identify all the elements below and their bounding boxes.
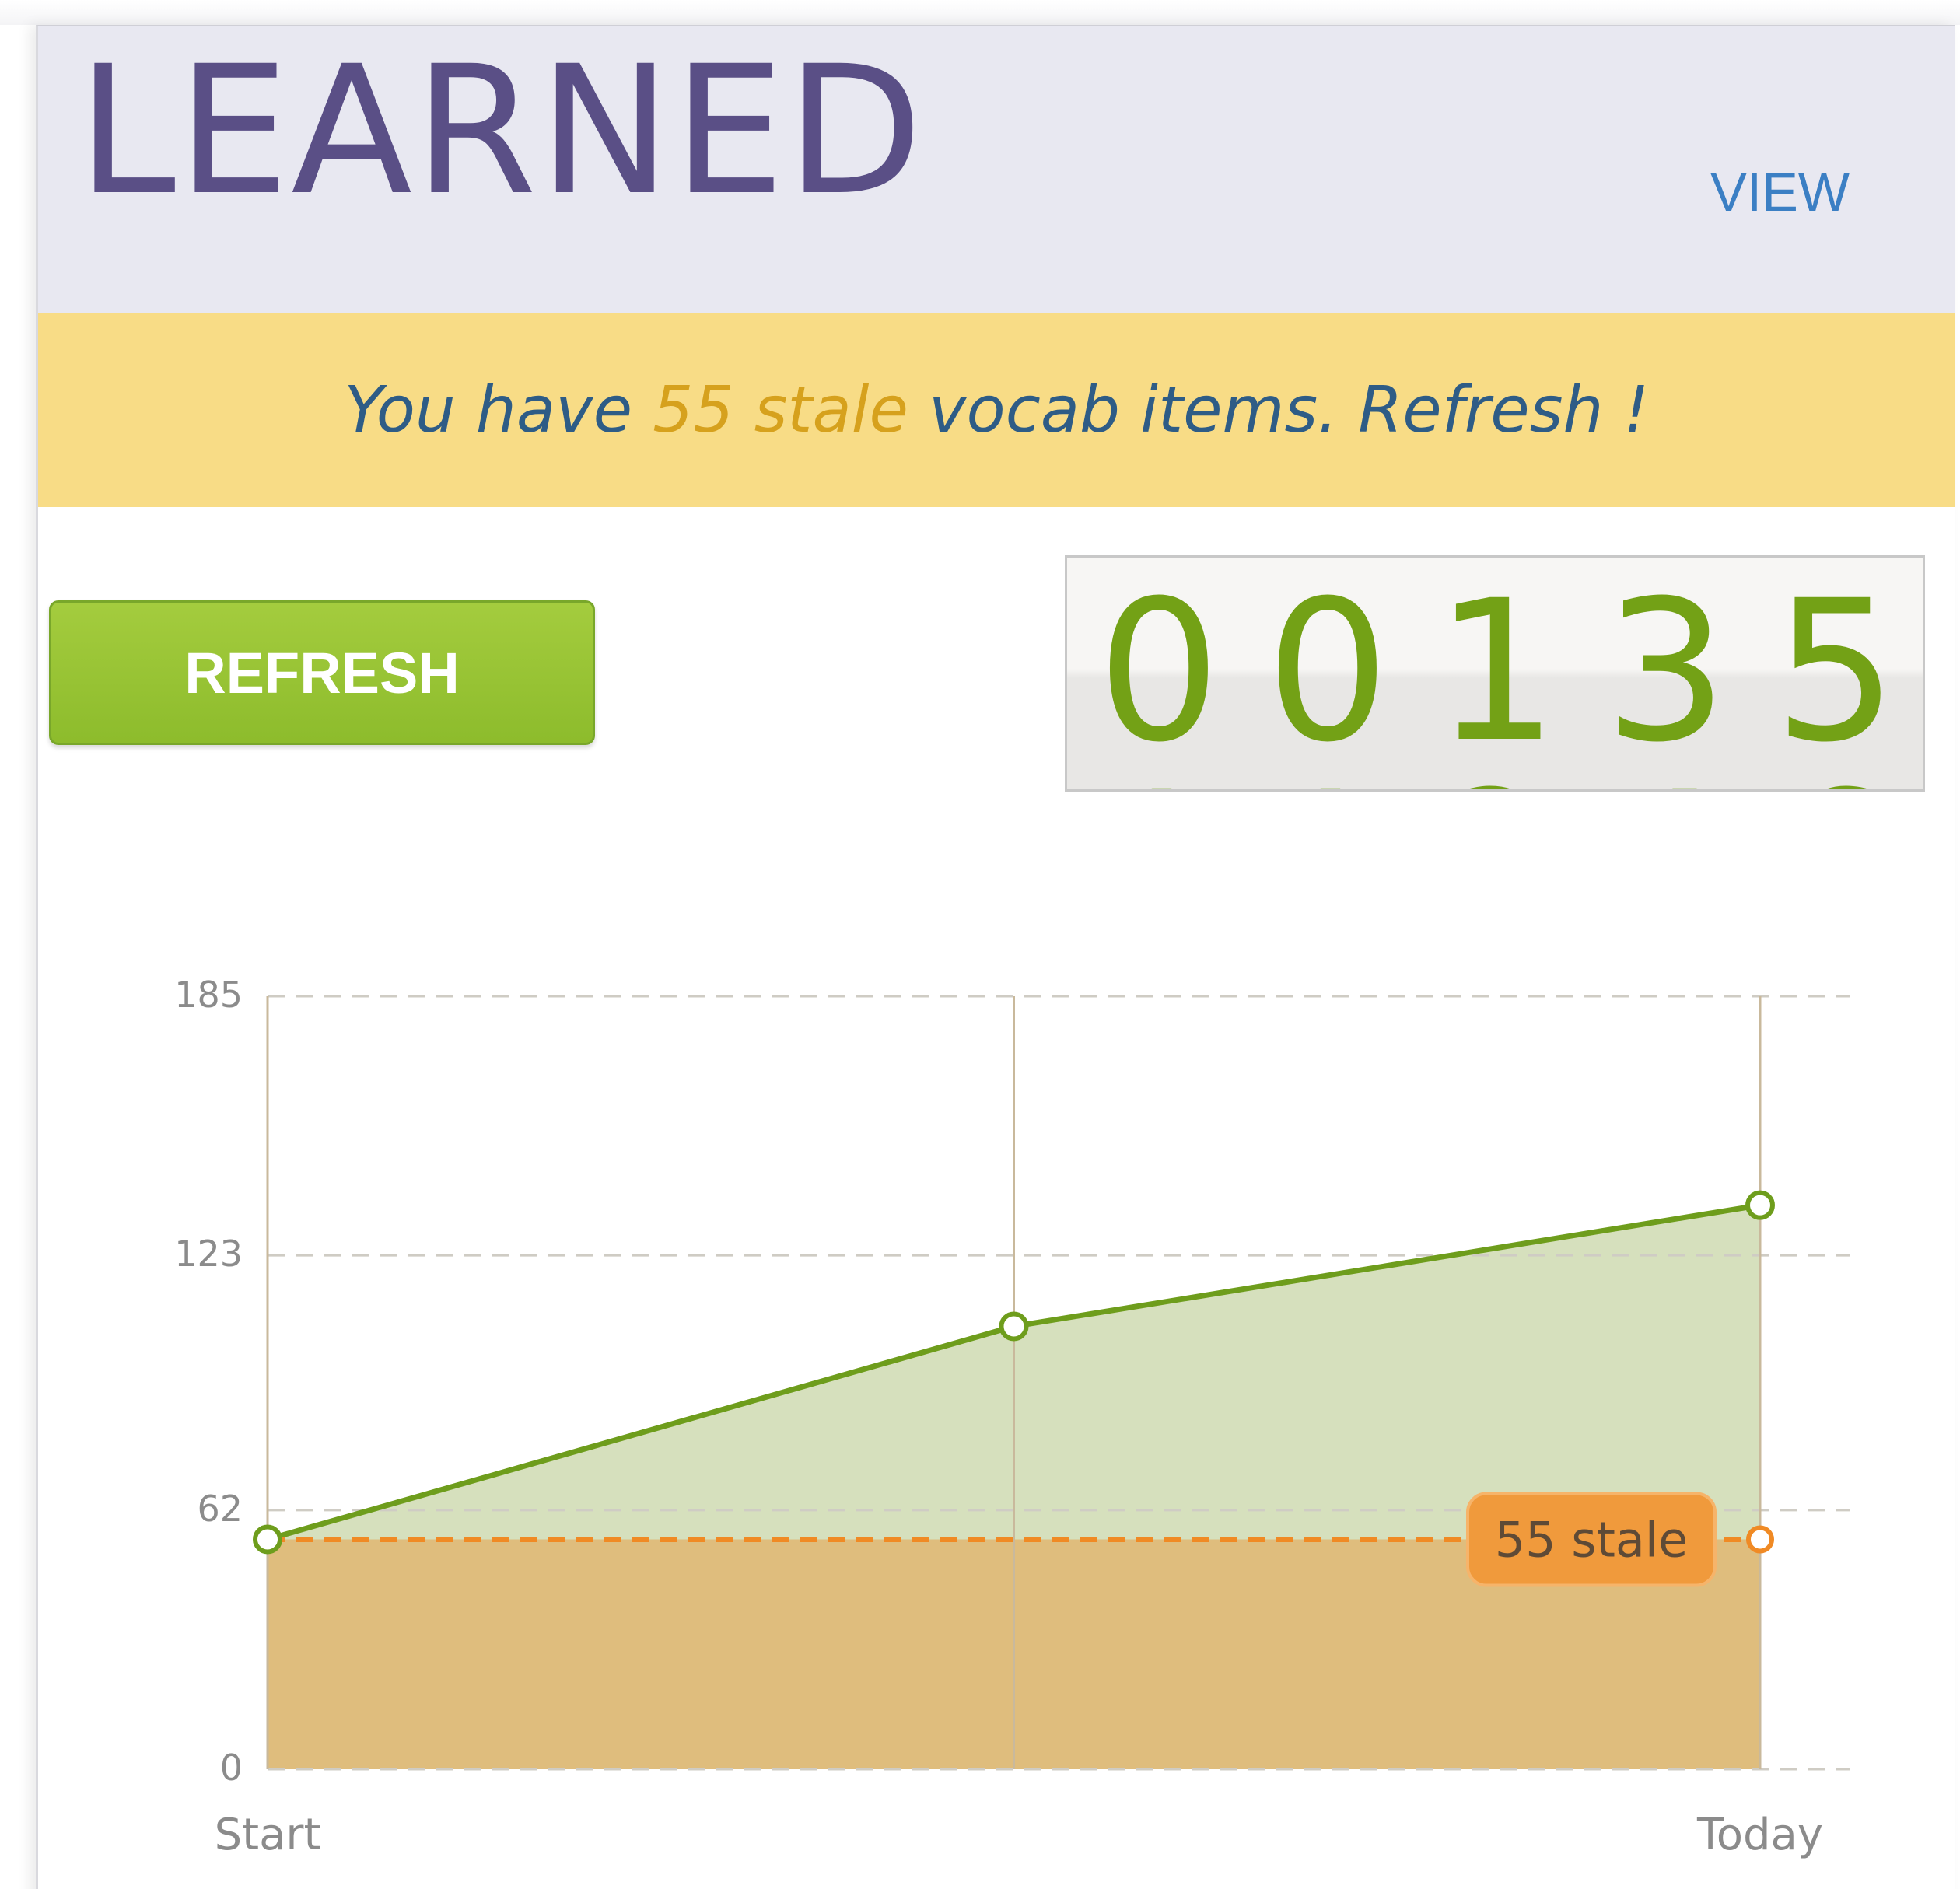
learned-point — [999, 1311, 1029, 1342]
page: LEARNED VIEW You have 55 stale vocab ite… — [0, 0, 1960, 1889]
learned-chart: 0 62 123 185 55 stale Start Today — [174, 974, 1850, 1860]
stale-point — [1746, 1525, 1774, 1554]
learned-point — [1745, 1190, 1775, 1220]
y-tick-label: 185 — [174, 974, 243, 1016]
y-tick-label: 0 — [220, 1747, 243, 1789]
x-tick-label-today: Today — [1696, 1810, 1823, 1860]
y-tick-label: 62 — [197, 1488, 243, 1530]
x-tick-label-start: Start — [215, 1810, 321, 1860]
y-tick-label: 123 — [174, 1233, 243, 1275]
learned-point — [253, 1524, 282, 1555]
stale-annotation-text: 55 stale — [1495, 1511, 1689, 1568]
